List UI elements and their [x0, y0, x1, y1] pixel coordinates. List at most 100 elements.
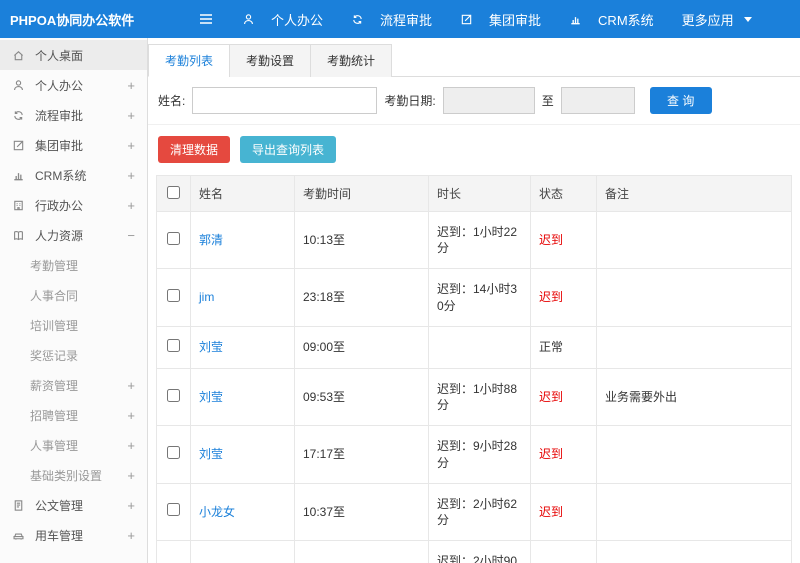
- sidebar-item-admin-office[interactable]: 行政办公 +: [0, 190, 147, 220]
- row-checkbox[interactable]: [167, 288, 180, 302]
- table-row: 郭清 10:13至 迟到：1小时22分 迟到: [156, 210, 792, 270]
- sidebar-item-personal-desktop[interactable]: 个人桌面: [0, 40, 147, 70]
- sidebar-item-attendance-management[interactable]: 考勤管理: [0, 250, 147, 280]
- sidebar-item-label: 培训管理: [30, 318, 79, 333]
- topnav-label: 个人办公: [271, 12, 324, 28]
- book-icon: [12, 228, 27, 242]
- topnav-personal-office[interactable]: 个人办公: [228, 0, 337, 38]
- column-header-duration: 时长: [428, 175, 531, 212]
- status-badge: 迟到/早退: [530, 540, 597, 563]
- duration-line: 迟到：1小时88分: [437, 381, 518, 413]
- sidebar-item-group-approval[interactable]: 集团审批 +: [0, 130, 147, 160]
- employee-name-link[interactable]: 刘莹: [199, 447, 223, 461]
- date-end-input[interactable]: [560, 87, 635, 114]
- car-icon: [12, 528, 27, 542]
- export-list-button[interactable]: 导出查询列表: [240, 136, 337, 163]
- sidebar-item-label: 薪资管理: [30, 378, 79, 393]
- table-wrapper: 姓名 考勤时间 时长 状态 备注 郭清 10:13至 迟到：1小时22分 迟到: [148, 175, 800, 563]
- topnav-crm-system[interactable]: CRM系统: [555, 0, 668, 38]
- row-checkbox[interactable]: [167, 231, 180, 245]
- sidebar-item-label: 招聘管理: [30, 408, 79, 423]
- chart-icon: [12, 168, 27, 182]
- employee-name-link[interactable]: 刘莹: [199, 390, 223, 404]
- search-button[interactable]: 查 询: [649, 87, 712, 114]
- expand-sign: +: [127, 407, 135, 423]
- sidebar-item-vehicle-management[interactable]: 用车管理 +: [0, 520, 147, 550]
- employee-name-link[interactable]: 小龙女: [199, 505, 235, 519]
- attendance-time: 10:54至10:54: [294, 540, 429, 563]
- row-checkbox[interactable]: [167, 388, 180, 402]
- name-filter-label: 姓名:: [158, 94, 186, 108]
- sidebar-item-human-resources[interactable]: 人力资源 −: [0, 220, 147, 250]
- topbar: PHPOA协同办公软件 个人办公 流程审批 集团审批 CRM系统 更多应用: [0, 0, 800, 38]
- filter-bar: 姓名: 考勤日期: 至 查 询: [148, 77, 800, 125]
- building-icon: [12, 198, 27, 212]
- expand-sign: +: [127, 527, 135, 543]
- sidebar-item-personnel-management[interactable]: 人事管理 +: [0, 430, 147, 460]
- sidebar-item-document-management[interactable]: 公文管理 +: [0, 490, 147, 520]
- table-row: 刘莹 09:00至 正常: [156, 325, 792, 369]
- sidebar-item-workflow-approval[interactable]: 流程审批 +: [0, 100, 147, 130]
- employee-name-link[interactable]: jim: [199, 290, 214, 304]
- attendance-time: 10:13至: [294, 210, 429, 270]
- duration-line: 迟到：9小时28分: [437, 439, 518, 470]
- home-icon: [12, 48, 27, 62]
- action-bar: 清理数据 导出查询列表: [148, 125, 800, 175]
- tab-attendance-list[interactable]: 考勤列表: [148, 44, 231, 77]
- document-icon: [12, 498, 27, 512]
- sidebar-item-label: 考勤管理: [30, 258, 79, 273]
- sidebar-item-label: 流程审批: [35, 108, 84, 123]
- sidebar-item-personal-office[interactable]: 个人办公 +: [0, 70, 147, 100]
- tab-attendance-stats[interactable]: 考勤统计: [310, 44, 393, 77]
- hamburger-icon: [198, 12, 214, 26]
- date-start-input[interactable]: [442, 87, 535, 114]
- sidebar-item-basic-category-settings[interactable]: 基础类别设置 +: [0, 460, 147, 490]
- attendance-table: 姓名 考勤时间 时长 状态 备注 郭清 10:13至 迟到：1小时22分 迟到: [156, 175, 792, 563]
- note-cell: 1111: [596, 540, 792, 563]
- sidebar-item-label: 个人桌面: [35, 48, 84, 63]
- note-cell: [596, 210, 792, 270]
- sidebar-item-training-management[interactable]: 培训管理: [0, 310, 147, 340]
- row-checkbox[interactable]: [167, 503, 180, 517]
- expand-sign: +: [127, 167, 135, 183]
- edit-icon: [12, 138, 27, 152]
- sidebar-item-label: 集团审批: [35, 138, 84, 153]
- date-to-label: 至: [541, 94, 554, 108]
- topnav-group-approval[interactable]: 集团审批: [446, 0, 555, 38]
- table-header-row: 姓名 考勤时间 时长 状态 备注: [156, 175, 792, 212]
- status-badge: 迟到: [530, 210, 597, 270]
- duration-cell: [428, 325, 531, 369]
- tab-attendance-settings[interactable]: 考勤设置: [229, 44, 312, 77]
- sidebar-item-rewards-records[interactable]: 奖惩记录: [0, 340, 147, 370]
- expand-sign: +: [127, 197, 135, 213]
- table-row: 管理员 10:54至10:54 迟到：2小时90分早退：7小时10分 迟到/早退…: [156, 540, 792, 563]
- duration-cell: 迟到：14小时30分: [428, 268, 531, 327]
- select-all-checkbox[interactable]: [167, 185, 180, 199]
- chart-icon: [569, 12, 584, 26]
- row-checkbox[interactable]: [167, 445, 180, 459]
- sidebar-item-label: 行政办公: [35, 198, 84, 213]
- row-checkbox[interactable]: [167, 338, 180, 352]
- person-icon: [242, 12, 257, 26]
- sidebar-item-personnel-contract[interactable]: 人事合同: [0, 280, 147, 310]
- name-filter-input[interactable]: [192, 87, 378, 114]
- sidebar-item-recruitment-management[interactable]: 招聘管理 +: [0, 400, 147, 430]
- clear-data-button[interactable]: 清理数据: [158, 136, 231, 163]
- employee-name-link[interactable]: 刘莹: [199, 340, 223, 354]
- duration-line: 迟到：2小时62分: [437, 496, 518, 527]
- table-row: 刘莹 09:53至 迟到：1小时88分 迟到 业务需要外出: [156, 367, 792, 427]
- topnav-workflow-approval[interactable]: 流程审批: [337, 0, 446, 38]
- note-cell: [596, 482, 792, 542]
- employee-name-link[interactable]: 郭清: [199, 233, 223, 247]
- sidebar-item-salary-management[interactable]: 薪资管理 +: [0, 370, 147, 400]
- table-row: jim 23:18至 迟到：14小时30分 迟到: [156, 268, 792, 327]
- note-cell: [596, 268, 792, 327]
- duration-cell: 迟到：1小时22分: [428, 210, 531, 270]
- menu-toggle-button[interactable]: [198, 12, 214, 26]
- column-header-name: 姓名: [190, 175, 295, 212]
- sidebar-item-crm-system[interactable]: CRM系统 +: [0, 160, 147, 190]
- note-cell: [596, 425, 792, 484]
- topnav-more-apps[interactable]: 更多应用: [668, 0, 766, 38]
- sidebar-item-label: 基础类别设置: [30, 468, 103, 483]
- sidebar-item-label: 公文管理: [35, 498, 84, 513]
